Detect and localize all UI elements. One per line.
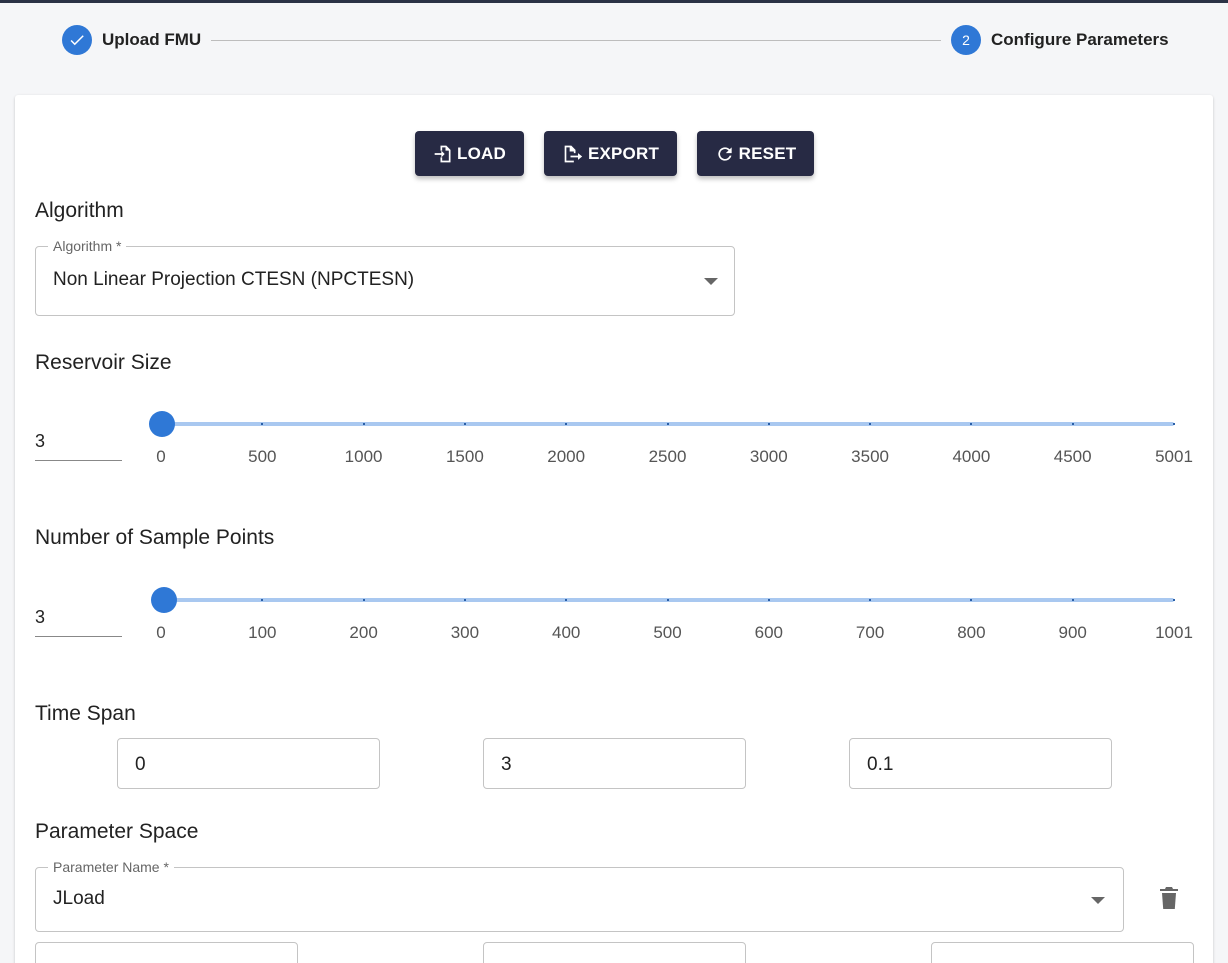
parameter-min-field[interactable] — [35, 942, 298, 963]
sample_points-slider-track[interactable] — [161, 598, 1174, 602]
sample_points-slider-tick-label: 600 — [754, 623, 783, 642]
time-span-step-field[interactable]: 0.1 — [849, 738, 1112, 789]
reservoir_size-slider-tick — [1071, 423, 1074, 425]
reservoir_size-slider-tick — [666, 423, 669, 425]
sample_points-slider-tick-label: 800 — [957, 623, 986, 642]
parameter-name-select-label: Parameter Name * — [48, 859, 174, 875]
time-span-stop-field[interactable]: 3 — [483, 738, 746, 789]
time-span-start-value: 0 — [135, 754, 146, 775]
sample_points-slider-tick-label: 300 — [450, 623, 480, 642]
step-2-number-icon: 2 — [951, 25, 981, 55]
sample_points-slider-tick — [869, 599, 872, 601]
sample_points-slider-tick-label: 900 — [1058, 623, 1087, 642]
step-1-label[interactable]: Upload FMU — [102, 30, 201, 50]
chevron-down-icon — [1091, 897, 1105, 904]
parameter-samples-field[interactable] — [931, 942, 1194, 963]
reservoir_size-slider-tick — [767, 423, 770, 425]
sample_points-slider-tick — [565, 599, 568, 601]
reservoir-size-section-title: Reservoir Size — [35, 351, 172, 374]
reservoir_size-slider-tick-label: 0 — [156, 447, 166, 466]
trash-icon — [1160, 887, 1178, 909]
sample_points-slider-tick-label: 1001 — [1155, 623, 1193, 642]
export-button-label: EXPORT — [587, 143, 660, 163]
reservoir_size-slider-tick-label: 4500 — [1053, 447, 1092, 466]
delete-parameter-button[interactable] — [1157, 885, 1181, 916]
step-2-label[interactable]: Configure Parameters — [991, 30, 1169, 50]
step-1-complete-icon — [62, 25, 92, 55]
reservoir_size-slider-tick-label: 1500 — [445, 447, 484, 466]
sample_points-slider-tick-label: 700 — [855, 623, 885, 642]
algorithm-section-title: Algorithm — [35, 199, 124, 222]
algorithm-select[interactable]: Algorithm * Non Linear Projection CTESN … — [35, 238, 735, 316]
reservoir_size-slider-tick — [261, 423, 264, 425]
reservoir_size-slider-tick — [565, 423, 568, 425]
sample-points-input[interactable]: 3 — [35, 607, 122, 637]
reservoir-size-input[interactable]: 3 — [35, 431, 122, 461]
sample_points-slider-tick — [160, 599, 162, 601]
reservoir_size-slider-tick-label: 500 — [248, 447, 277, 466]
sample_points-slider-tick — [970, 599, 973, 601]
chevron-down-icon — [704, 278, 718, 285]
sample_points-slider-tick — [767, 599, 770, 601]
sample_points-slider-tick-label: 200 — [349, 623, 378, 642]
reservoir_size-slider-tick-label: 3000 — [749, 447, 788, 466]
reservoir_size-slider-tick-label: 4000 — [952, 447, 991, 466]
sample_points-slider-tick — [1071, 599, 1074, 601]
reservoir_size-slider-tick — [160, 423, 162, 425]
parameter-max-field[interactable] — [483, 942, 746, 963]
load-button-label: LOAD — [457, 143, 506, 163]
sample_points-slider-tick — [666, 599, 669, 601]
algorithm-select-label: Algorithm * — [48, 238, 127, 254]
reservoir_size-slider-tick-label: 1000 — [344, 447, 383, 466]
sample-points-input-value: 3 — [35, 607, 46, 627]
reset-button-label: RESET — [738, 143, 797, 163]
sample_points-slider-tick-label: 500 — [653, 623, 682, 642]
step-connector — [211, 40, 941, 41]
sample_points-slider-tick-label: 100 — [248, 623, 277, 642]
sample_points-slider-tick — [261, 599, 264, 601]
reservoir_size-slider-tick-label: 2000 — [547, 447, 586, 466]
reservoir_size-slider-tick — [869, 423, 872, 425]
time-span-start-field[interactable]: 0 — [117, 738, 380, 789]
reservoir_size-slider-tick — [970, 423, 973, 425]
reservoir_size-slider-tick — [463, 423, 466, 425]
parameter-name-select[interactable]: Parameter Name * JLoad — [35, 859, 1124, 932]
stepper: Upload FMU 2 Configure Parameters — [0, 3, 1228, 85]
sample_points-slider-tick — [463, 599, 466, 601]
sample_points-slider-tick-label: 400 — [552, 623, 581, 642]
reservoir_size-slider-track[interactable] — [161, 422, 1174, 426]
sample_points-slider-tick — [1173, 599, 1175, 601]
reservoir_size-slider-tick — [362, 423, 365, 425]
sample-points-slider[interactable]: 0 100 200 300 400 500 600 700 800 900 1001 — [15, 95, 1213, 695]
reservoir_size-slider-tick-label: 3500 — [851, 447, 890, 466]
parameter-name-select-value: JLoad — [53, 888, 105, 909]
sample-points-section-title: Number of Sample Points — [35, 526, 275, 549]
reservoir_size-slider-tick — [1173, 423, 1175, 425]
reservoir-size-input-value: 3 — [35, 431, 46, 451]
export-button[interactable]: EXPORT — [544, 131, 677, 176]
time-span-step-value: 0.1 — [867, 754, 894, 775]
reservoir_size-slider-tick-label: 2500 — [648, 447, 687, 466]
load-button[interactable]: LOAD — [415, 131, 524, 176]
parameter-space-section-title: Parameter Space — [35, 820, 199, 843]
time-span-stop-value: 3 — [501, 754, 512, 775]
reservoir_size-slider-thumb[interactable] — [148, 411, 175, 437]
check-icon — [70, 35, 84, 46]
sample_points-slider-tick — [362, 599, 365, 601]
refresh-icon — [717, 146, 732, 161]
time-span-section-title: Time Span — [35, 702, 136, 725]
sample_points-slider-tick-label: 0 — [156, 623, 166, 642]
file-export-icon — [564, 145, 583, 162]
reservoir_size-slider-tick-label: 5001 — [1155, 447, 1193, 466]
file-import-icon — [434, 145, 451, 162]
sample_points-slider-thumb[interactable] — [151, 587, 178, 613]
algorithm-select-value: Non Linear Projection CTESN (NPCTESN) — [53, 269, 415, 290]
reset-button[interactable]: RESET — [697, 131, 814, 176]
configure-card: LOAD EXPORT RESET Algorithm Algorithm * … — [15, 95, 1213, 963]
